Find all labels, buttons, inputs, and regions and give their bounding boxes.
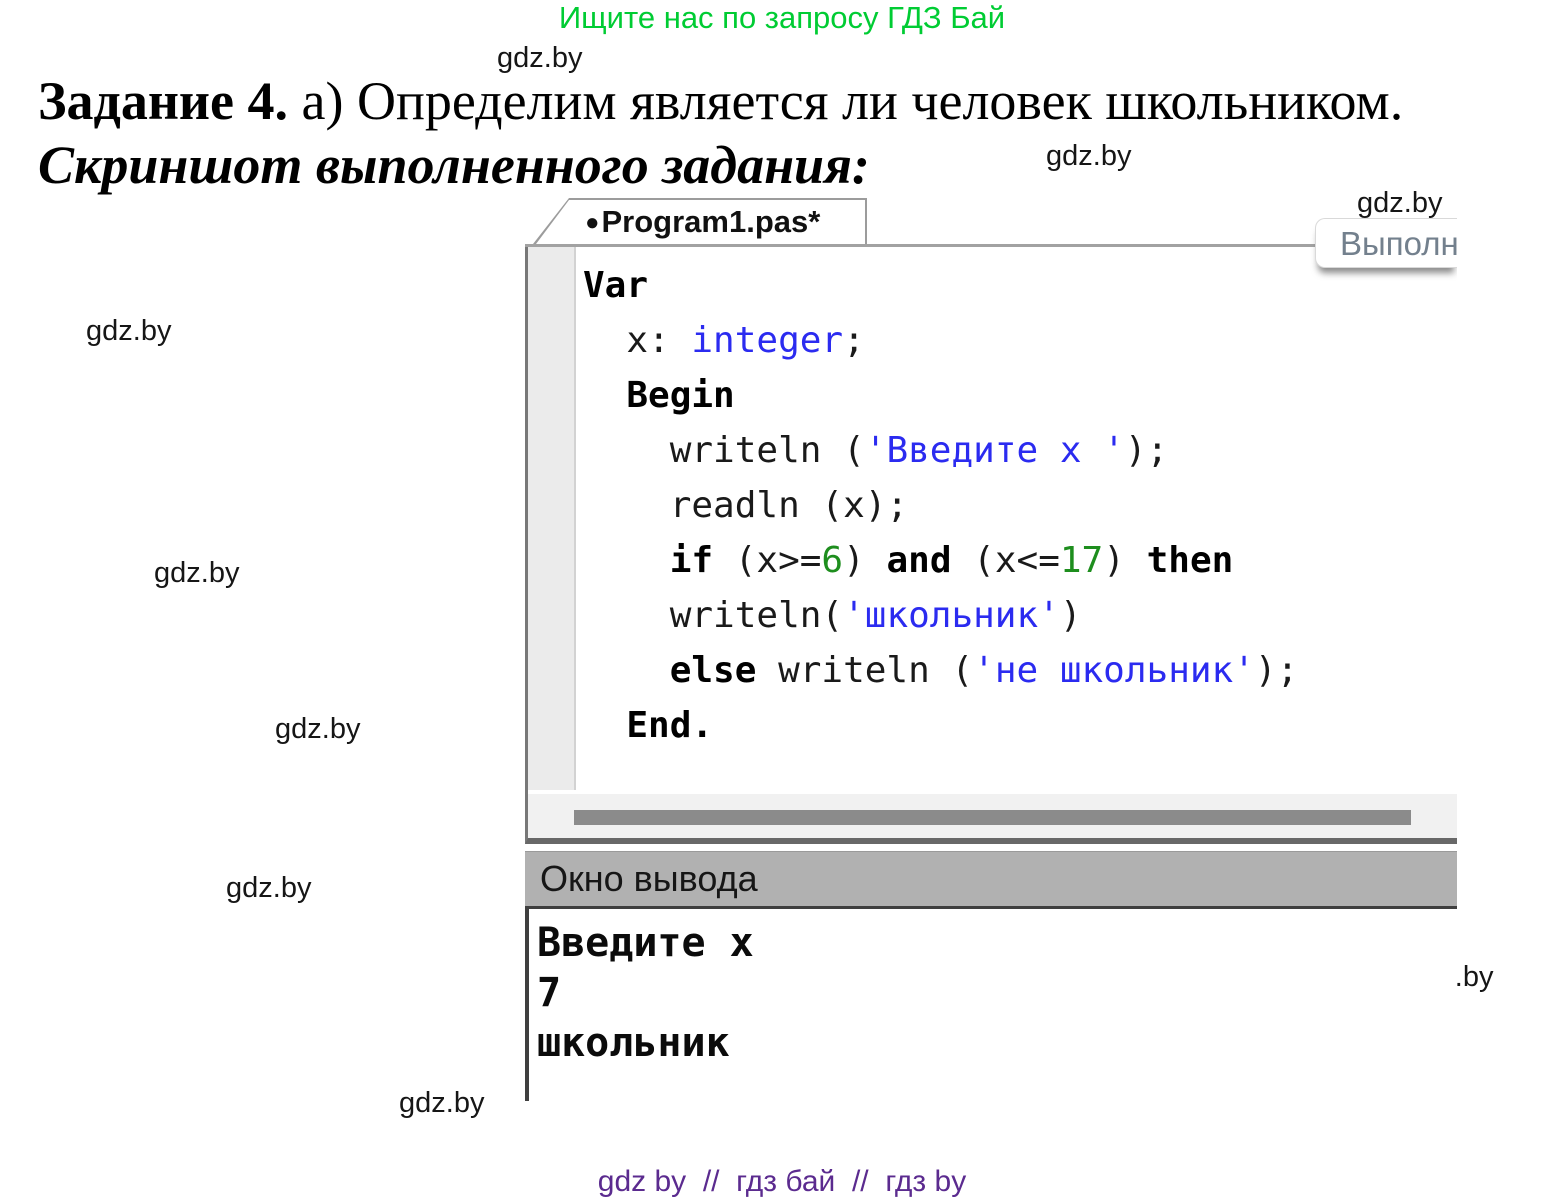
editor-gutter bbox=[528, 247, 576, 790]
task-number: Задание 4. bbox=[38, 71, 288, 131]
watermark: gdz.by bbox=[1046, 140, 1131, 173]
watermark: gdz.by bbox=[275, 713, 360, 746]
output-panel-header: Окно вывода bbox=[525, 851, 1457, 906]
task-title: Задание 4. а) Определим является ли чело… bbox=[38, 70, 1403, 132]
tab-filename: Program1.pas* bbox=[602, 204, 821, 239]
tab-program1[interactable]: ●Program1.pas* bbox=[533, 198, 867, 244]
promo-banner: Ищите нас по запросу ГДЗ Бай bbox=[0, 0, 1564, 36]
unsaved-dot-icon: ● bbox=[585, 209, 600, 236]
pascal-ide-window: ●Program1.pas* Выполни Var x: integer; B… bbox=[525, 198, 1457, 1103]
output-panel: Введите x 7 школьник bbox=[525, 906, 1457, 1101]
watermark: gdz.by bbox=[154, 557, 239, 590]
output-text: Введите x 7 школьник bbox=[529, 909, 1457, 1068]
footer-links: gdz by // гдз бай // гдз by bbox=[0, 1165, 1564, 1199]
code-editor[interactable]: Var x: integer; Begin writeln ('Введите … bbox=[525, 247, 1457, 844]
watermark: gdz.by bbox=[226, 872, 311, 905]
page: Ищите нас по запросу ГДЗ Бай gdz.by gdz.… bbox=[0, 0, 1564, 1204]
scrollbar-thumb[interactable] bbox=[574, 810, 1411, 825]
watermark: gdz.by bbox=[86, 315, 171, 348]
watermark: gdz.by bbox=[399, 1087, 484, 1120]
task-subtitle: Скриншот выполненного задания: bbox=[38, 134, 870, 196]
task-text: а) Определим является ли человек школьни… bbox=[288, 71, 1403, 131]
run-button[interactable]: Выполни bbox=[1315, 218, 1457, 268]
horizontal-scrollbar[interactable] bbox=[528, 794, 1457, 838]
tab-label: ●Program1.pas* bbox=[585, 198, 820, 244]
code-editor-text[interactable]: Var x: integer; Begin writeln ('Введите … bbox=[583, 258, 1298, 753]
